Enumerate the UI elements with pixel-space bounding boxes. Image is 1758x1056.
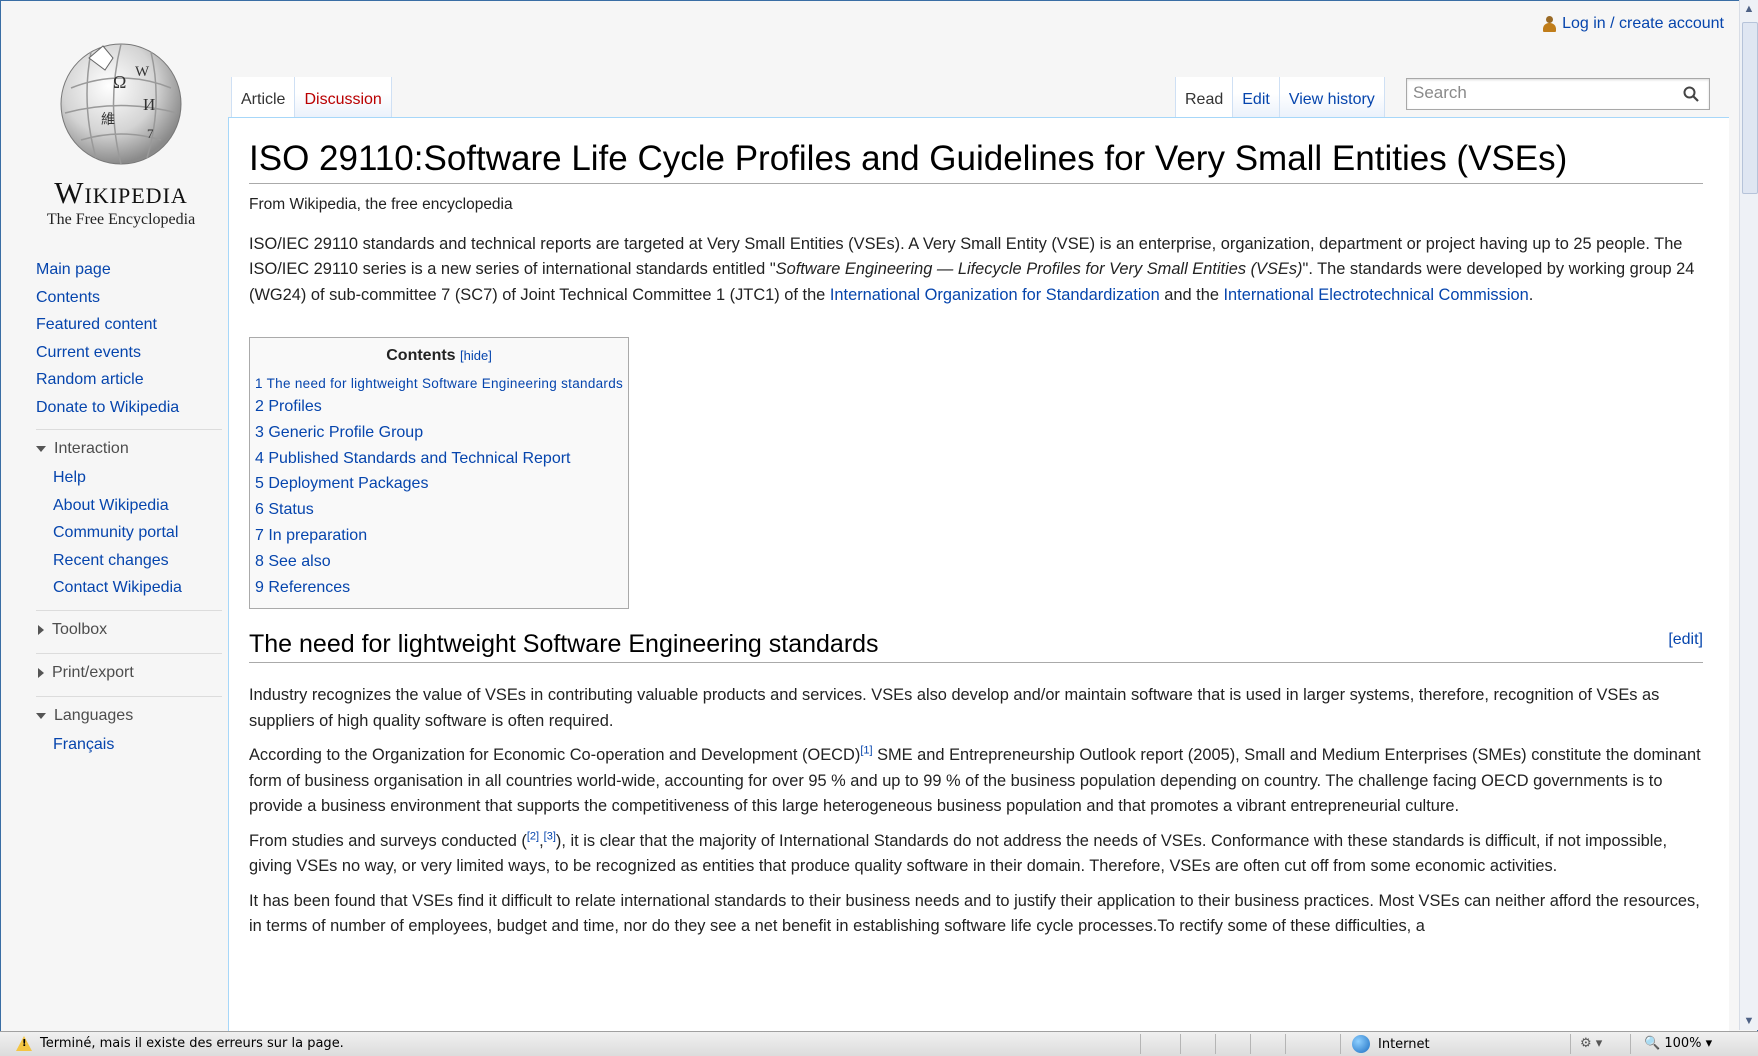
- view-tabs: Read Edit View history: [1175, 77, 1385, 118]
- search-icon[interactable]: [1683, 86, 1699, 102]
- sidebar-item-about[interactable]: About Wikipedia: [53, 492, 222, 520]
- namespace-tabs: Article Discussion: [231, 77, 392, 118]
- reference-link[interactable]: [2]: [527, 830, 539, 842]
- link-iso[interactable]: International Organization for Standardi…: [830, 286, 1160, 304]
- svg-text:7: 7: [147, 126, 154, 141]
- reference-link[interactable]: [3]: [544, 830, 556, 842]
- toc-item[interactable]: 9 References: [255, 575, 623, 601]
- interaction-title: Interaction: [54, 440, 129, 457]
- toc-item[interactable]: 8 See also: [255, 549, 623, 575]
- table-of-contents: Contents [hide] 1 The need for lightweig…: [249, 337, 630, 610]
- svg-text:Ω: Ω: [113, 72, 126, 92]
- expand-right-icon: [38, 624, 44, 635]
- search-input[interactable]: [1407, 79, 1679, 107]
- sidebar-item-main-page[interactable]: Main page: [36, 256, 222, 284]
- tab-discussion[interactable]: Discussion: [295, 77, 392, 118]
- toolbox-toggle[interactable]: Toolbox: [36, 615, 222, 645]
- search-box: [1406, 78, 1710, 110]
- svg-text:維: 維: [101, 112, 115, 128]
- toc-hide-link[interactable]: [hide]: [460, 348, 492, 363]
- paragraph: According to the Organization for Econom…: [249, 744, 1701, 816]
- print-toggle[interactable]: Print/export: [36, 658, 222, 688]
- user-icon: [1543, 16, 1557, 32]
- wikipedia-tagline: The Free Encyclopedia: [46, 211, 196, 228]
- toc-item[interactable]: 6 Status: [255, 497, 623, 523]
- vertical-scrollbar[interactable]: ▲ ▼: [1739, 0, 1758, 1030]
- section-edit-link[interactable]: [edit]: [1668, 624, 1703, 656]
- personal-tools: Log in / create account: [1543, 15, 1724, 33]
- languages-toggle[interactable]: Languages: [36, 701, 222, 731]
- tab-article[interactable]: Article: [231, 77, 296, 118]
- svg-text:W: W: [135, 64, 150, 80]
- scroll-down-icon[interactable]: ▼: [1740, 1012, 1758, 1030]
- sidebar-section-languages: Languages Français: [36, 695, 222, 759]
- sidebar-section-interaction: Interaction Help About Wikipedia Communi…: [36, 429, 222, 602]
- zoom-control[interactable]: 🔍 100% ▾: [1644, 1036, 1712, 1051]
- tab-read[interactable]: Read: [1175, 77, 1234, 118]
- wikipedia-logo[interactable]: Ω W И 維 7 Wikipedia The Free Encyclopedi…: [36, 28, 206, 229]
- svg-text:И: И: [143, 95, 155, 114]
- sidebar-item-donate[interactable]: Donate to Wikipedia: [36, 394, 222, 422]
- print-title: Print/export: [52, 663, 134, 681]
- toc-item[interactable]: 7 In preparation: [255, 523, 623, 549]
- scroll-up-icon[interactable]: ▲: [1740, 0, 1758, 18]
- article-content: ISO 29110:Software Life Cycle Profiles a…: [228, 117, 1729, 1034]
- toc-title: Contents: [386, 347, 456, 364]
- paragraph: It has been found that VSEs find it diff…: [249, 891, 1700, 936]
- languages-title: Languages: [54, 706, 134, 724]
- toc-item[interactable]: 4 Published Standards and Technical Repo…: [255, 446, 623, 472]
- wikipedia-wordmark: Wikipedia: [54, 175, 188, 210]
- internet-zone-icon: [1352, 1035, 1370, 1053]
- sidebar: Main page Contents Featured content Curr…: [36, 256, 222, 758]
- sidebar-item-current-events[interactable]: Current events: [36, 339, 222, 367]
- sidebar-item-help[interactable]: Help: [53, 464, 222, 492]
- expand-right-icon: [38, 667, 44, 678]
- toc-item[interactable]: 3 Generic Profile Group: [255, 420, 623, 446]
- sidebar-section-print: Print/export: [36, 652, 222, 688]
- toc-item[interactable]: 2 Profiles: [255, 394, 623, 420]
- sidebar-item-contents[interactable]: Contents: [36, 284, 222, 312]
- security-zone: Internet: [1352, 1035, 1430, 1053]
- paragraph: From studies and surveys conducted ([2],…: [249, 830, 1668, 876]
- scroll-thumb[interactable]: [1742, 22, 1758, 194]
- login-link[interactable]: Log in / create account: [1562, 15, 1724, 33]
- sidebar-item-random-article[interactable]: Random article: [36, 366, 222, 394]
- expand-down-icon: [36, 446, 46, 452]
- status-message: Terminé, mais il existe des erreurs sur …: [40, 1036, 344, 1051]
- sidebar-item-community-portal[interactable]: Community portal: [53, 519, 222, 547]
- page-title: ISO 29110:Software Life Cycle Profiles a…: [249, 139, 1703, 184]
- sidebar-item-contact[interactable]: Contact Wikipedia: [53, 574, 222, 602]
- puzzle-globe-icon: Ω W И 維 7: [60, 43, 182, 165]
- section-heading: The need for lightweight Software Engine…: [249, 624, 1703, 664]
- expand-down-icon: [36, 712, 46, 719]
- sidebar-item-recent-changes[interactable]: Recent changes: [53, 547, 222, 575]
- intro-paragraph: ISO/IEC 29110 standards and technical re…: [249, 234, 1695, 304]
- status-bar: ! Terminé, mais il existe des erreurs su…: [0, 1031, 1758, 1056]
- language-link-francais[interactable]: Français: [53, 731, 222, 759]
- tab-view-history[interactable]: View history: [1279, 77, 1385, 118]
- toolbox-title: Toolbox: [52, 620, 108, 638]
- sidebar-item-featured-content[interactable]: Featured content: [36, 311, 222, 339]
- paragraph: Industry recognizes the value of VSEs in…: [249, 686, 1660, 730]
- link-iec[interactable]: International Electrotechnical Commissio…: [1224, 286, 1529, 304]
- site-subtitle: From Wikipedia, the free encyclopedia: [249, 196, 513, 213]
- sidebar-navigation: Main page Contents Featured content Curr…: [36, 256, 222, 421]
- interaction-toggle[interactable]: Interaction: [36, 434, 222, 464]
- sidebar-section-toolbox: Toolbox: [36, 609, 222, 645]
- protected-mode-icon[interactable]: ⚙ ▾: [1580, 1036, 1602, 1051]
- tab-edit[interactable]: Edit: [1233, 77, 1280, 118]
- toc-item[interactable]: 5 Deployment Packages: [255, 471, 623, 497]
- toc-item[interactable]: 1 The need for lightweight Software Engi…: [255, 374, 623, 394]
- reference-link[interactable]: [1]: [860, 745, 872, 757]
